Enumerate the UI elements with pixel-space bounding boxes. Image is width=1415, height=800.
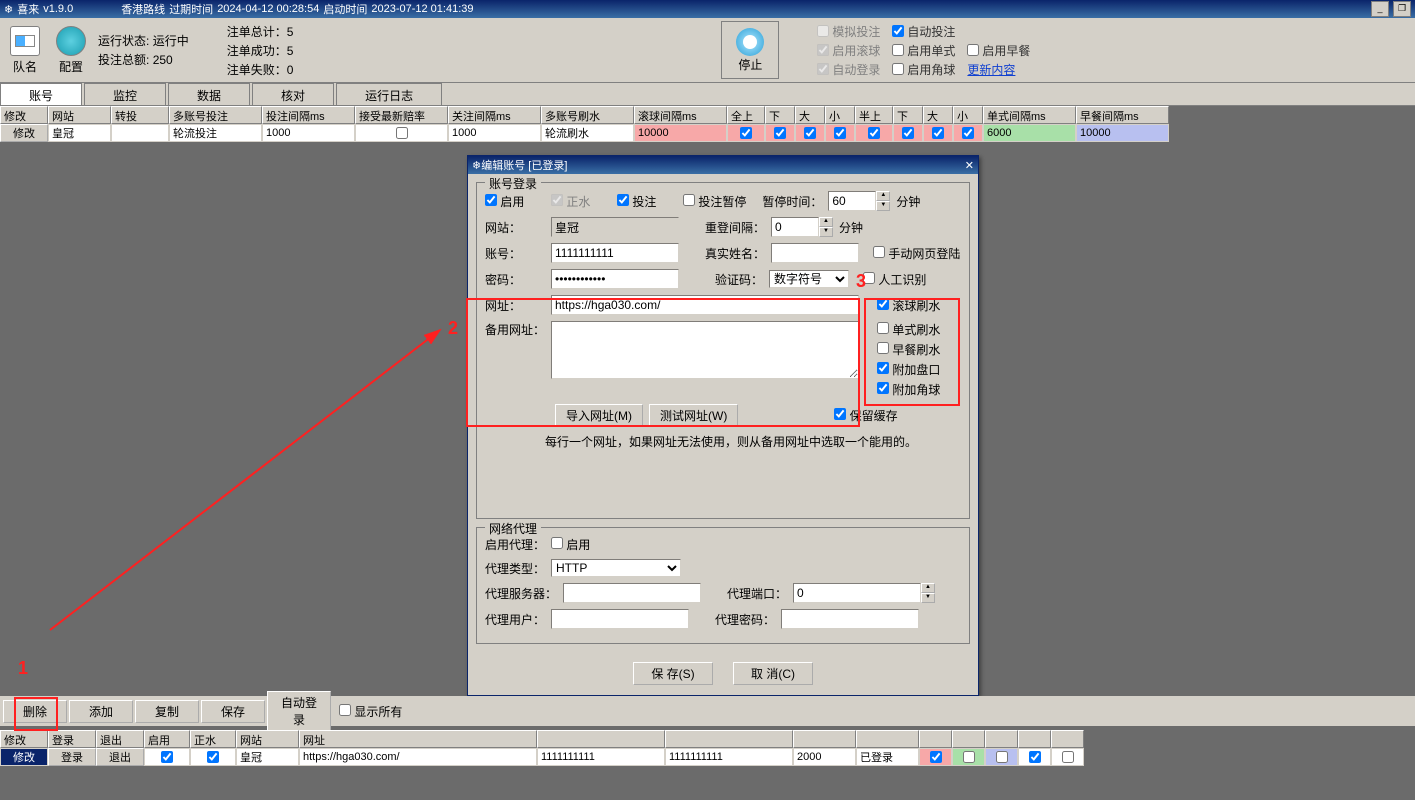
chk-corner[interactable]: 启用角球: [892, 61, 955, 78]
logout-button[interactable]: 退出: [96, 748, 144, 766]
tab-check[interactable]: 核对: [252, 83, 334, 105]
stop-button[interactable]: 停止: [721, 21, 779, 79]
chk-bf-water[interactable]: 早餐刷水: [877, 341, 940, 358]
edit-button[interactable]: 修改: [0, 748, 48, 766]
maximize-icon[interactable]: ❐: [1393, 1, 1411, 17]
save2-button[interactable]: 保存: [201, 700, 265, 723]
main-toolbar: 队名 配置 运行状态: 运行中 投注总额: 250 注单总计：5 注单成功：5 …: [0, 18, 1415, 83]
url-field[interactable]: [551, 295, 859, 315]
status-info: 运行状态: 运行中 投注总额: 250: [98, 32, 189, 68]
add-button[interactable]: 添加: [69, 700, 133, 723]
cancel-button[interactable]: 取 消(C): [733, 662, 813, 685]
table-row[interactable]: 修改 皇冠 轮流投注 1000 1000 轮流刷水 10000 6000 100…: [0, 124, 1415, 142]
cat-avatar-icon: [736, 28, 764, 56]
url-hint: 每行一个网址，如果网址无法使用，则从备用网址中选取一个能用的。: [545, 433, 961, 450]
password-field[interactable]: [551, 269, 679, 289]
tab-monitor[interactable]: 监控: [84, 83, 166, 105]
chk-auto-login: 自动登录: [817, 61, 880, 78]
close-icon[interactable]: ✕: [965, 159, 974, 172]
test-url-button[interactable]: 测试网址(W): [649, 404, 738, 427]
login-button[interactable]: 登录: [48, 748, 96, 766]
annotation-3: 3: [856, 271, 866, 292]
chk-show-all[interactable]: 显示所有: [339, 703, 402, 720]
chk-roll: 启用滚球: [817, 42, 880, 59]
account-grid: 修改 网站 转投 多账号投注 投注间隔ms 接受最新赔率 关注间隔ms 多账号刷…: [0, 106, 1415, 142]
realname-field[interactable]: [771, 243, 859, 263]
chk-auto-bet[interactable]: 自动投注: [892, 23, 955, 40]
main-tabs: 账号 监控 数据 核对 运行日志: [0, 83, 1415, 106]
order-info: 注单总计：5 注单成功：5 注单失败：0: [227, 23, 294, 78]
chk-single-water[interactable]: 单式刷水: [877, 321, 940, 338]
chk-human[interactable]: 人工识别: [863, 271, 926, 288]
table-row[interactable]: 修改 登录 退出 皇冠 https://hga030.com/ 11111111…: [0, 748, 1415, 766]
chk-breakfast[interactable]: 启用早餐: [967, 42, 1030, 59]
chk-pan[interactable]: 附加盘口: [877, 361, 940, 378]
annotation-2: 2: [448, 318, 458, 339]
chk-single[interactable]: 启用单式: [892, 42, 955, 59]
arrow-annotation: [40, 160, 470, 640]
chk-roll-water[interactable]: 滚球刷水: [877, 297, 940, 314]
copy-button[interactable]: 复制: [135, 700, 199, 723]
chk-enable[interactable]: 启用: [485, 193, 545, 210]
delete-button[interactable]: 删除: [3, 700, 67, 723]
tab-log[interactable]: 运行日志: [336, 83, 442, 105]
proxy-type-select[interactable]: HTTP: [551, 559, 681, 577]
tab-data[interactable]: 数据: [168, 83, 250, 105]
annotation-1: 1: [18, 658, 28, 679]
autologin-button[interactable]: 自动登录: [267, 691, 331, 731]
chk-manual-login[interactable]: 手动网页登陆: [873, 245, 960, 262]
chk-keep-cache[interactable]: 保留缓存: [834, 407, 897, 424]
chk-pause[interactable]: 投注暂停: [683, 193, 746, 210]
config-button[interactable]: 配置: [52, 24, 90, 77]
proxy-server-field[interactable]: [563, 583, 701, 603]
proxy-pwd-field[interactable]: [781, 609, 919, 629]
chk-simulate: 模拟投注: [817, 23, 880, 40]
captcha-select[interactable]: 数字符号: [769, 270, 849, 288]
proxy-user-field[interactable]: [551, 609, 689, 629]
chk-proxy-enable[interactable]: 启用: [551, 536, 611, 553]
dialog-titlebar: ❄编辑账号 [已登录] ✕: [468, 156, 978, 174]
team-button[interactable]: 队名: [6, 24, 44, 77]
save-button[interactable]: 保 存(S): [633, 662, 713, 685]
proxy-port-spinner[interactable]: ▲▼: [793, 583, 935, 603]
chk-corner2[interactable]: 附加角球: [877, 381, 940, 398]
account-field[interactable]: [551, 243, 679, 263]
bottom-toolbar: 删除 添加 复制 保存 自动登录 显示所有: [0, 696, 1415, 726]
tab-account[interactable]: 账号: [0, 83, 82, 105]
update-link[interactable]: 更新内容: [967, 61, 1030, 78]
import-url-button[interactable]: 导入网址(M): [555, 404, 643, 427]
minimize-icon[interactable]: _: [1371, 1, 1389, 17]
pause-spinner[interactable]: ▲▼: [828, 191, 890, 211]
site-field: [551, 217, 679, 237]
login-grid: 修改 登录 退出 启用 正水 网站 网址 修改 登录 退出 皇冠 https:/…: [0, 730, 1415, 766]
relogin-spinner[interactable]: ▲▼: [771, 217, 833, 237]
window-titlebar: ❄ 喜来 v1.9.0 香港路线 过期时间 2024-04-12 00:28:5…: [0, 0, 1415, 18]
chk-water: 正水: [551, 193, 611, 210]
edit-account-dialog: ❄编辑账号 [已登录] ✕ 账号登录 启用 正水 投注 投注暂停 暂停时间： ▲…: [467, 155, 979, 696]
chk-bet[interactable]: 投注: [617, 193, 677, 210]
backup-url-field[interactable]: [551, 321, 859, 379]
gear-icon: [56, 26, 86, 56]
edit-button[interactable]: 修改: [0, 124, 48, 142]
